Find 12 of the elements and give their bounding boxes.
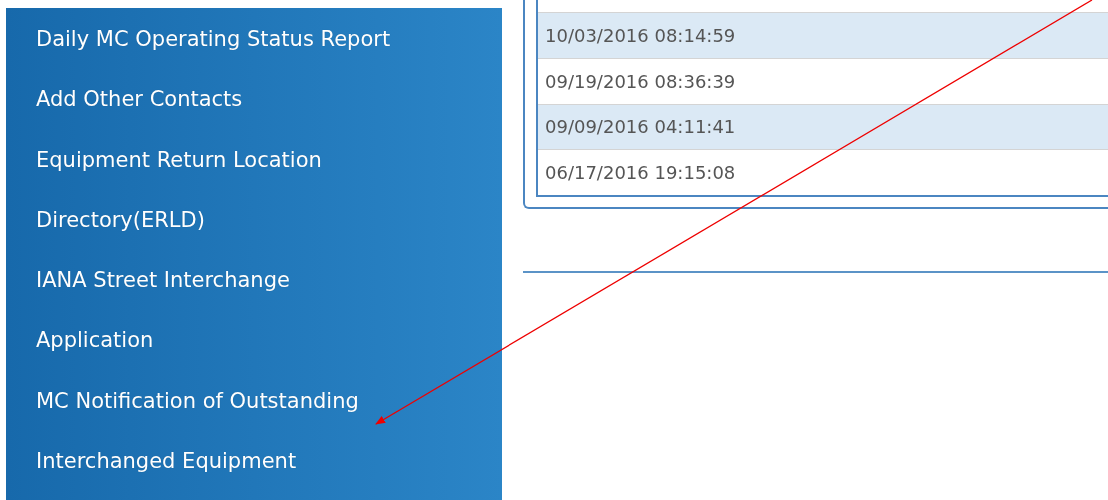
table-cell: 09/09/2016 04:11:41 — [545, 116, 736, 138]
sidebar-link[interactable]: Daily MC Operating Status Report — [6, 18, 391, 79]
sidebar-link[interactable]: Interchanged Equipment — [6, 439, 297, 500]
sidebar-link[interactable]: MC Notification of Outstanding — [6, 379, 359, 440]
table-cell: 10/03/2016 08:14:59 — [545, 24, 736, 46]
table-cell: 09/19/2016 08:36:39 — [545, 70, 736, 92]
sidebar-link[interactable]: Add Other Contacts — [6, 78, 243, 139]
sidebar-link[interactable]: Application — [6, 319, 154, 380]
table-cell: 06/17/2016 19:15:08 — [545, 162, 736, 184]
sidebar-link[interactable]: Directory(ERLD) — [6, 198, 205, 259]
sidebar-link[interactable]: Equipment Return Location — [6, 138, 322, 199]
sidebar-link[interactable]: IANA Street Interchange — [6, 259, 290, 320]
